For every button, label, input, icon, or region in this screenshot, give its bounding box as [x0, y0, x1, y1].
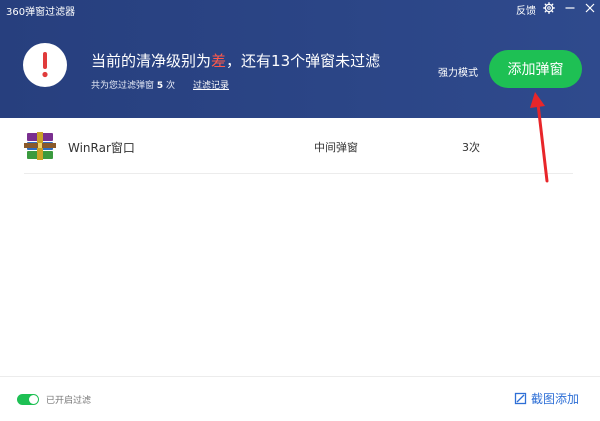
gear-icon[interactable]: [542, 1, 556, 15]
toggle-knob: [29, 395, 38, 404]
header-banner: 360弹窗过滤器 反馈 当前的清净级别为差，还有13个弹窗未过滤 共为您过滤弹窗…: [0, 0, 600, 118]
headline-suffix: ，还有13个弹窗未过滤: [226, 52, 381, 70]
filtered-count: 5: [156, 81, 164, 91]
filter-status-label: 已开启过滤: [46, 396, 92, 406]
warning-icon: [23, 43, 67, 87]
filtered-summary: 共为您过滤弹窗 5 次: [91, 78, 175, 91]
add-popup-button[interactable]: 添加弹窗: [489, 50, 582, 88]
headline-prefix: 当前的清净级别为: [91, 52, 212, 70]
list-item[interactable]: WinRar窗口 中间弹窗 3次: [24, 124, 573, 174]
cleanliness-headline: 当前的清净级别为差，还有13个弹窗未过滤: [91, 50, 380, 71]
screenshot-icon: [514, 392, 527, 404]
winrar-icon: [24, 132, 56, 160]
screenshot-add-button[interactable]: 截图添加: [514, 390, 579, 406]
filtered-prefix: 共为您过滤弹窗: [91, 81, 155, 91]
popup-count: 3次: [462, 141, 480, 154]
popup-type: 中间弹窗: [314, 141, 358, 154]
close-icon[interactable]: [583, 1, 597, 15]
strong-mode-toggle[interactable]: 强力模式: [438, 64, 478, 79]
cleanliness-level: 差: [211, 52, 227, 70]
filter-history-link[interactable]: 过滤记录: [193, 78, 229, 91]
filter-toggle[interactable]: [17, 394, 39, 405]
title-bar[interactable]: 360弹窗过滤器 反馈: [0, 0, 600, 20]
popup-name: WinRar窗口: [68, 141, 135, 155]
minimize-icon[interactable]: [563, 1, 577, 15]
feedback-link[interactable]: 反馈: [516, 2, 536, 17]
footer-divider: [0, 376, 600, 377]
app-title: 360弹窗过滤器: [6, 7, 76, 18]
screenshot-add-label: 截图添加: [531, 391, 580, 406]
filtered-unit: 次: [166, 81, 176, 91]
